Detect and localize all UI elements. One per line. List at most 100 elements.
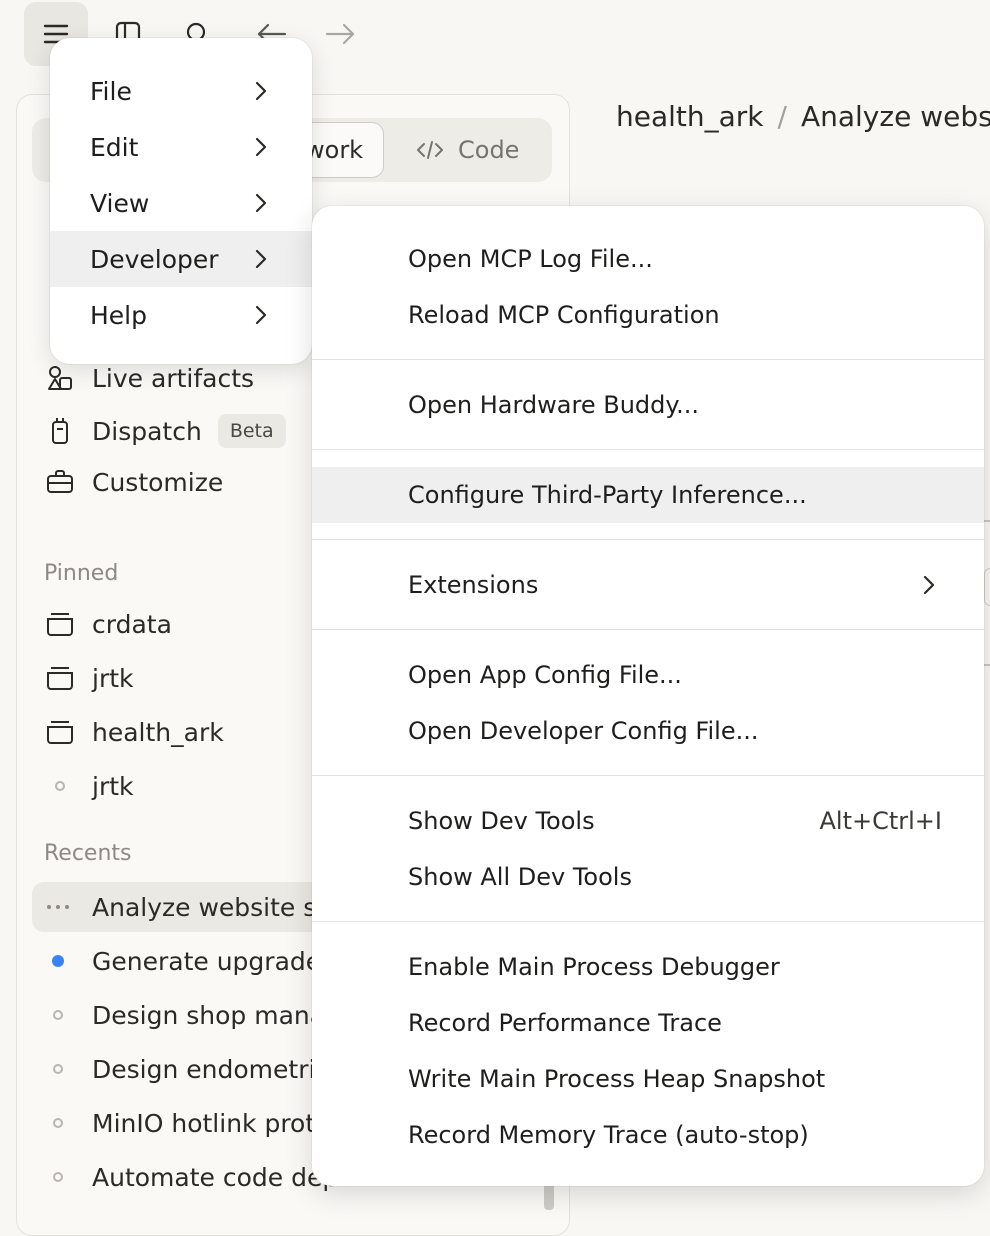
menu-separator [312,449,984,450]
menu-separator [312,775,984,776]
project-icon [44,608,76,640]
menu-item-performance-trace[interactable]: Record Performance Trace [312,995,984,1051]
pinned-item-label: jrtk [92,663,134,693]
briefcase-icon [44,466,76,498]
menu-item-label: Record Performance Trace [408,1009,722,1037]
menu-item-label: File [90,76,132,106]
menu-item-label: Configure Third-Party Inference... [408,481,807,509]
menu-item-third-party-inference[interactable]: Configure Third-Party Inference... [312,467,984,523]
menu-item-memory-trace[interactable]: Record Memory Trace (auto-stop) [312,1107,984,1163]
breadcrumb-separator: / [777,100,787,133]
recent-item-label: Generate upgrade [92,946,322,976]
chevron-right-icon [254,303,268,327]
nav-label: Dispatch [92,416,202,446]
hollow-dot-icon [44,1064,72,1074]
developer-submenu: Open MCP Log File... Reload MCP Configur… [312,206,984,1186]
menu-separator [312,629,984,630]
menu-item-label: Extensions [408,571,539,599]
menu-item-label: Write Main Process Heap Snapshot [408,1065,826,1093]
chevron-right-icon [254,79,268,103]
breadcrumb: health_ark / Analyze websit [616,100,990,133]
forward-button[interactable] [308,2,372,66]
menu-item-label: Open App Config File... [408,661,682,689]
menu-item-edit[interactable]: Edit [50,119,312,175]
content-fragment [984,568,990,606]
menu-item-main-process-debugger[interactable]: Enable Main Process Debugger [312,939,984,995]
recent-item-label: Analyze website st [92,892,327,922]
content-fragment [984,664,990,666]
menu-item-label: Open Developer Config File... [408,717,759,745]
keyboard-shortcut: Alt+Ctrl+I [819,807,943,835]
nav-item-dispatch[interactable]: Dispatch Beta [44,414,286,448]
pinned-section-title: Pinned [44,561,119,586]
content-fragment [984,520,990,522]
mode-code-tab[interactable]: Code [416,122,519,178]
menu-item-open-mcp-log[interactable]: Open MCP Log File... [312,231,984,287]
project-icon [44,662,76,694]
menu-separator [312,359,984,360]
menu-item-label: Help [90,300,147,330]
menu-item-label: Record Memory Trace (auto-stop) [408,1121,809,1149]
menu-item-developer-config[interactable]: Open Developer Config File... [312,703,984,759]
menu-item-developer[interactable]: Developer [50,231,312,287]
unread-dot-icon [44,955,72,967]
menu-item-label: Open MCP Log File... [408,245,653,273]
breadcrumb-project[interactable]: health_ark [616,100,764,133]
menu-item-label: Show Dev Tools [408,807,595,835]
pinned-item[interactable]: jrtk [44,770,134,802]
menu-item-show-dev-tools[interactable]: Show Dev Tools Alt+Ctrl+I [312,793,984,849]
menu-item-label: Show All Dev Tools [408,863,632,891]
menu-item-heap-snapshot[interactable]: Write Main Process Heap Snapshot [312,1051,984,1107]
recent-item-label: Design endometri [92,1054,316,1084]
menu-item-app-config[interactable]: Open App Config File... [312,647,984,703]
dispatch-icon [44,415,76,447]
app-menu: File Edit View Developer Help [50,38,312,364]
pinned-item[interactable]: jrtk [44,662,134,694]
nav-item-live-artifacts[interactable]: Live artifacts [44,362,254,394]
recents-section-title: Recents [44,841,132,866]
chevron-right-icon [922,573,936,597]
artifacts-icon [44,362,76,394]
menu-item-label: Edit [90,132,139,162]
hollow-dot-icon [44,1118,72,1128]
nav-label: Live artifacts [92,363,255,393]
forward-arrow-icon [324,22,356,46]
pinned-item-label: jrtk [92,771,134,801]
menu-item-help[interactable]: Help [50,287,312,343]
recent-item-label: MinIO hotlink prot [92,1108,316,1138]
more-dots-icon[interactable] [44,904,72,910]
menu-item-file[interactable]: File [50,63,312,119]
beta-badge: Beta [217,414,286,448]
menu-item-label: Developer [90,244,219,274]
code-brackets-icon [416,139,444,161]
menu-item-label: Open Hardware Buddy... [408,391,700,419]
menu-item-label: View [90,188,150,218]
chevron-right-icon [254,191,268,215]
hollow-dot-icon [44,1172,72,1182]
pinned-item-label: crdata [92,609,172,639]
mode-code-label: Code [458,136,520,164]
menu-item-show-all-dev-tools[interactable]: Show All Dev Tools [312,849,984,905]
nav-label: Customize [92,467,224,497]
breadcrumb-current[interactable]: Analyze websit [801,100,990,133]
menu-separator [312,921,984,922]
mode-work-label: work [305,136,364,164]
pinned-item[interactable]: health_ark [44,716,224,748]
menu-item-hardware-buddy[interactable]: Open Hardware Buddy... [312,377,984,433]
hollow-dot-icon [44,1010,72,1020]
menu-separator [312,539,984,540]
menu-item-extensions[interactable]: Extensions [312,557,984,613]
nav-item-customize[interactable]: Customize [44,466,223,498]
project-icon [44,716,76,748]
chevron-right-icon [254,247,268,271]
pinned-item[interactable]: crdata [44,608,172,640]
menu-item-view[interactable]: View [50,175,312,231]
menu-item-reload-mcp[interactable]: Reload MCP Configuration [312,287,984,343]
hollow-dot-icon [44,770,76,802]
recent-item-label: Automate code dep [92,1162,339,1192]
menu-item-label: Enable Main Process Debugger [408,953,780,981]
pinned-item-label: health_ark [92,717,224,747]
menu-item-label: Reload MCP Configuration [408,301,720,329]
recent-item-label: Design shop mana [92,1000,326,1030]
chevron-right-icon [254,135,268,159]
